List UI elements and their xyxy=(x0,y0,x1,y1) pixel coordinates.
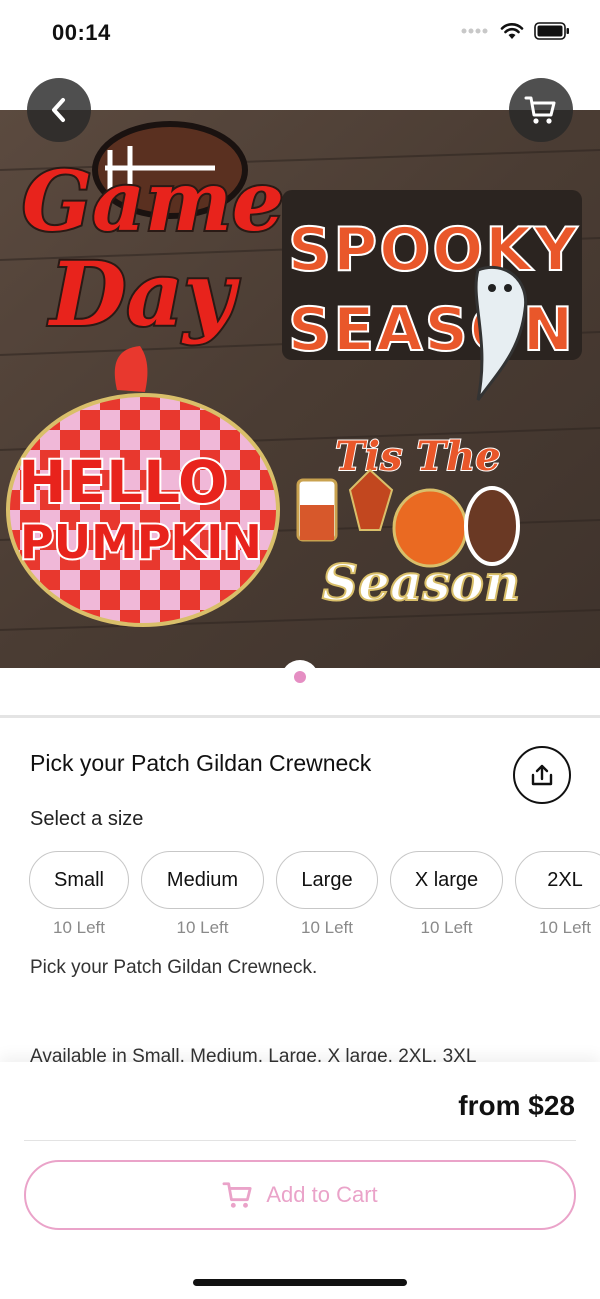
product-image: Game Day SPOOKY SEASON HELLO PUMPKIN Tis… xyxy=(0,110,600,668)
share-icon xyxy=(531,764,553,786)
patch-tis-line1: Tis The xyxy=(335,433,501,480)
size-stock-medium: 10 Left xyxy=(176,918,229,937)
pager-dot-active[interactable] xyxy=(294,671,306,683)
home-indicator[interactable] xyxy=(193,1279,407,1286)
patch-spooky-line1: SPOOKY xyxy=(288,215,579,285)
size-option-medium[interactable]: Medium xyxy=(141,851,264,909)
cart-button[interactable] xyxy=(509,78,573,142)
size-stock-large: 10 Left xyxy=(301,918,353,937)
size-stock-small: 10 Left xyxy=(53,918,105,937)
price-label: from $28 xyxy=(458,1090,575,1121)
status-icons xyxy=(460,22,570,40)
signal-icon xyxy=(461,28,488,34)
product-description: Pick your Patch Gildan Crewneck. xyxy=(30,957,318,978)
status-bar: 00:14 xyxy=(0,0,600,66)
add-to-cart-label: Add to Cart xyxy=(266,1182,378,1207)
share-button[interactable] xyxy=(513,746,571,804)
checkout-sheet: from $28 Add to Cart xyxy=(0,1062,600,1299)
battery-icon xyxy=(534,22,569,40)
size-stock-2xl: 10 Left xyxy=(539,918,591,937)
size-section-label: Select a size xyxy=(30,808,144,830)
size-stock-x-large: 10 Left xyxy=(420,918,473,937)
size-option-2xl[interactable]: 2XL xyxy=(515,851,600,909)
patch-hello-line1: HELLO xyxy=(18,448,227,516)
size-option-large[interactable]: Large xyxy=(276,851,378,909)
chevron-left-icon xyxy=(52,98,65,122)
size-option-small[interactable]: Small xyxy=(29,851,129,909)
size-selector: Small 10 Left Medium 10 Left Large 10 Le… xyxy=(29,851,600,941)
cart-icon xyxy=(524,96,556,124)
wifi-icon xyxy=(500,23,524,39)
patch-tis-line2: Season xyxy=(322,553,520,612)
back-button[interactable] xyxy=(27,78,91,142)
product-image-carousel[interactable]: Game Day SPOOKY SEASON HELLO PUMPKIN Tis… xyxy=(0,110,600,668)
product-title: Pick your Patch Gildan Crewneck xyxy=(30,750,372,776)
patch-spooky-line2: SEASON xyxy=(288,295,575,365)
patch-game-day-line1: Game xyxy=(22,154,284,250)
divider xyxy=(0,715,600,718)
status-time: 00:14 xyxy=(52,20,111,45)
sheet-divider xyxy=(24,1140,576,1141)
cart-icon xyxy=(222,1182,252,1208)
patch-game-day-line2: Day xyxy=(47,242,240,346)
patch-hello-line2: PUMPKIN xyxy=(20,515,262,569)
size-option-x-large[interactable]: X large xyxy=(390,851,503,909)
add-to-cart-button[interactable]: Add to Cart xyxy=(24,1160,576,1230)
